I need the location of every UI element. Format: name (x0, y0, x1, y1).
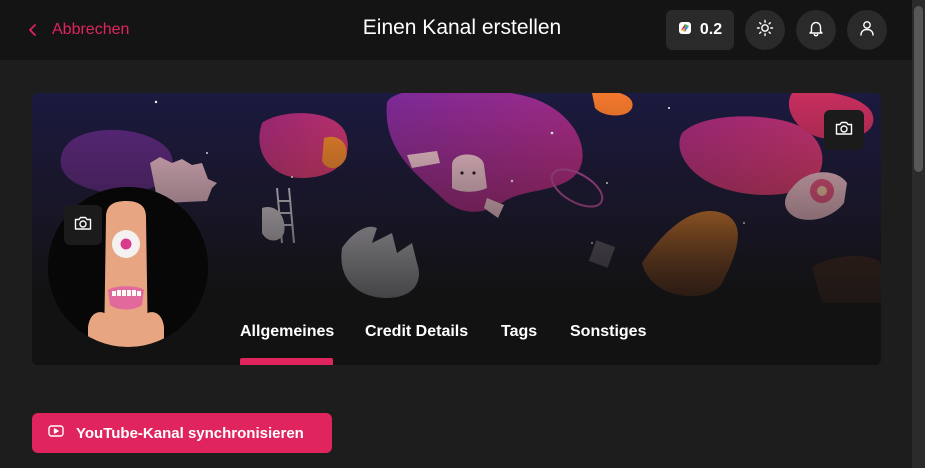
theme-toggle-button[interactable] (745, 10, 785, 50)
youtube-sync-button[interactable]: YouTube-Kanal synchronisieren (32, 413, 332, 453)
account-button[interactable] (847, 10, 887, 50)
tab-allgemeines[interactable]: Allgemeines (240, 323, 334, 341)
cancel-label: Abbrechen (52, 21, 130, 38)
credit-balance-badge[interactable]: 0.2 (666, 10, 734, 50)
credit-value: 0.2 (699, 21, 723, 38)
user-icon (858, 19, 876, 42)
camera-icon (74, 215, 92, 236)
credit-logo-icon (678, 21, 692, 40)
tab-credit-details[interactable]: Credit Details (365, 323, 468, 341)
change-banner-button[interactable] (824, 110, 864, 150)
sun-icon (756, 19, 774, 42)
bell-icon (807, 19, 825, 42)
camera-icon (835, 120, 853, 141)
tab-tags[interactable]: Tags (501, 323, 537, 341)
youtube-sync-label: YouTube-Kanal synchronisieren (76, 424, 304, 442)
notifications-button[interactable] (796, 10, 836, 50)
active-tab-indicator (240, 358, 333, 365)
top-bar: Abbrechen Einen Kanal erstellen 0.2 (0, 0, 912, 60)
page-title: Einen Kanal erstellen (362, 16, 562, 39)
youtube-icon (48, 424, 64, 442)
chevron-left-icon (28, 23, 38, 37)
change-avatar-button[interactable] (64, 205, 102, 245)
scrollbar-thumb[interactable] (914, 6, 923, 172)
cancel-button[interactable]: Abbrechen (28, 18, 129, 42)
tab-sonstiges[interactable]: Sonstiges (570, 323, 646, 341)
page-scrollbar[interactable] (912, 0, 925, 468)
